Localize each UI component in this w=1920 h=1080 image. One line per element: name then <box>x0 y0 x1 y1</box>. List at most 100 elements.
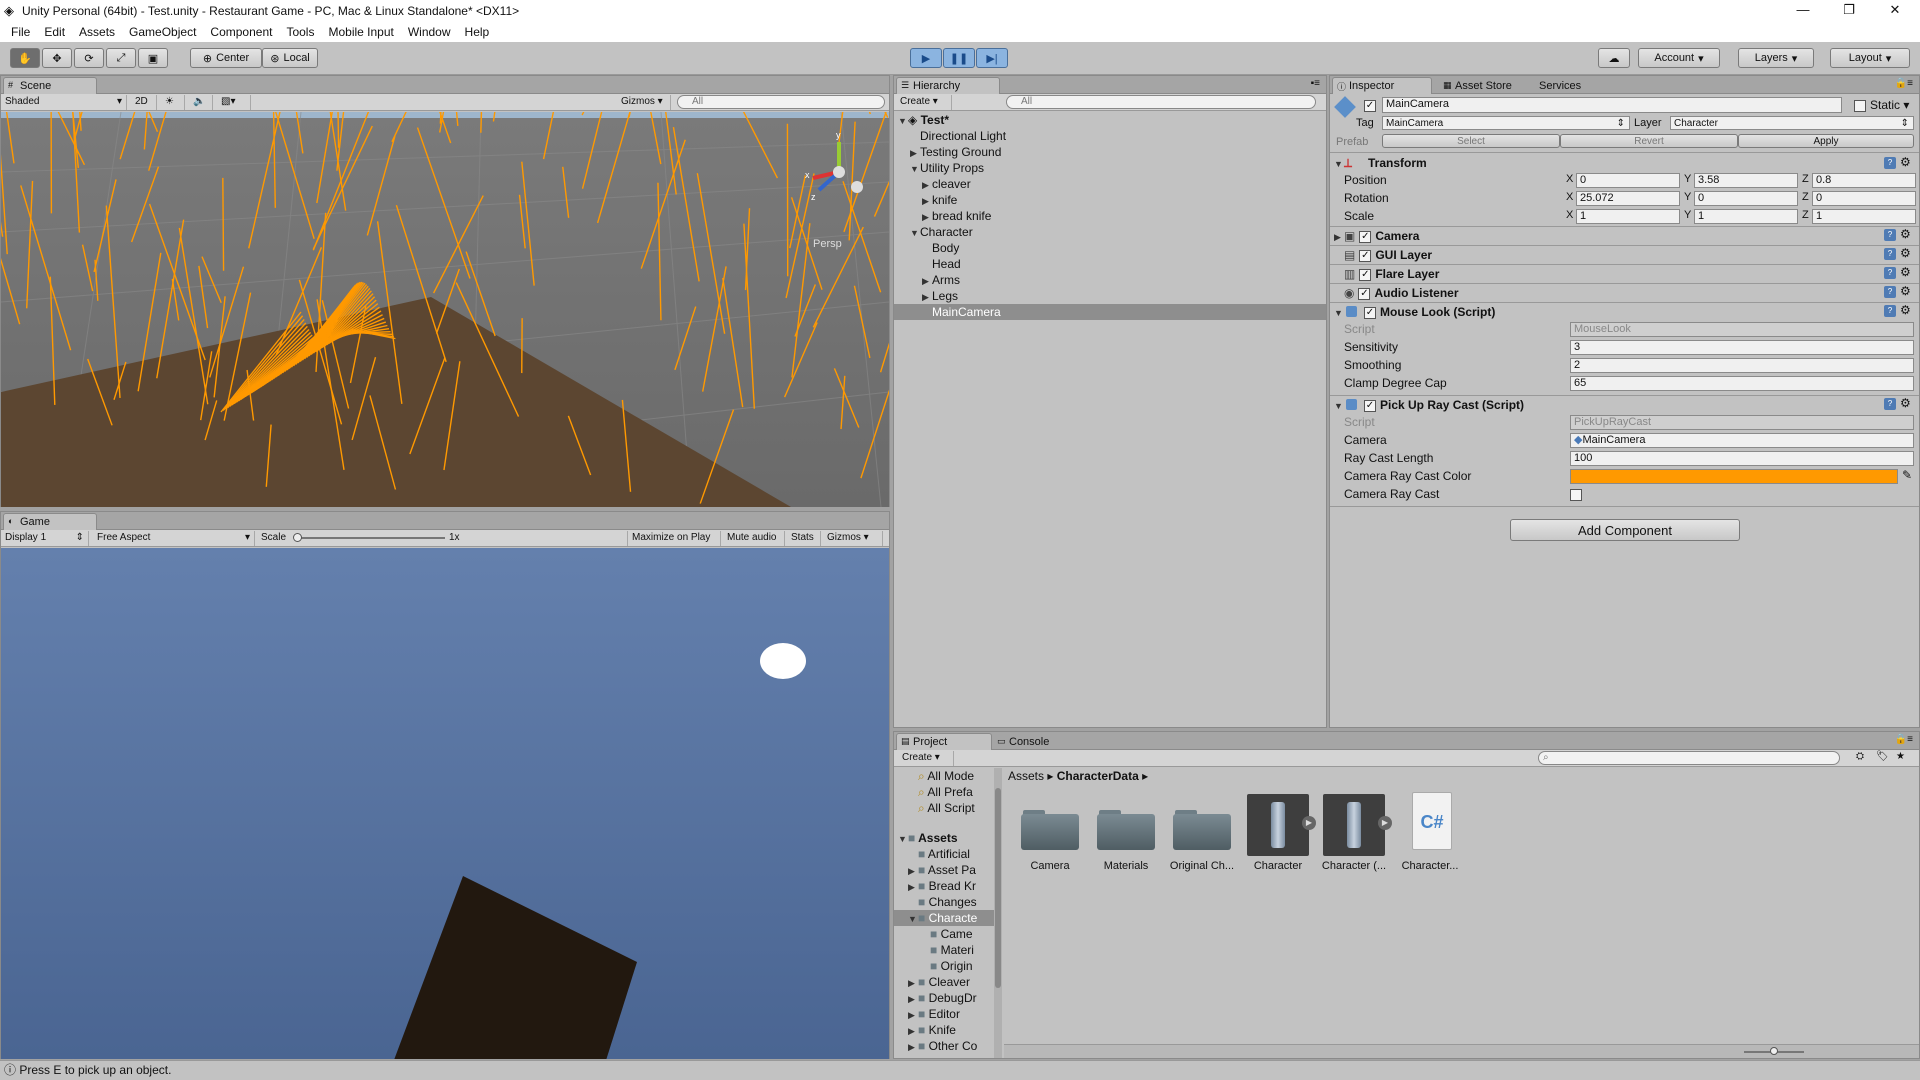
expand-prefab-icon[interactable]: ▶ <box>1302 816 1316 830</box>
scale-slider-thumb[interactable] <box>293 533 302 542</box>
tree-scrollbar[interactable] <box>994 768 1002 1058</box>
minimize-button[interactable]: — <box>1780 0 1826 22</box>
scale-x-field[interactable]: 1 <box>1576 209 1680 224</box>
mouselook-header[interactable]: ▼ ✓ Mouse Look (Script) <box>1330 302 1919 320</box>
game-viewport[interactable] <box>1 548 889 1059</box>
pause-button[interactable]: ❚❚ <box>943 48 975 68</box>
project-folder-row[interactable]: ▶ ■ Asset Pa <box>894 862 994 878</box>
lock-icon[interactable]: 🔒≡ <box>1895 78 1913 89</box>
axis-label[interactable]: Y <box>1684 173 1691 185</box>
tag-dropdown[interactable]: MainCamera ⇕ <box>1382 116 1630 130</box>
scene-gizmos-dropdown[interactable]: Gizmos ▾ <box>617 95 671 110</box>
move-tool-button[interactable]: ✥ <box>42 48 72 68</box>
hierarchy-create-dropdown[interactable]: Create ▾ <box>896 95 952 110</box>
tree-scrollbar-thumb[interactable] <box>995 788 1001 988</box>
expand-arrow-icon[interactable]: ▶ <box>922 289 932 305</box>
component-enabled-checkbox[interactable]: ✓ <box>1355 248 1375 262</box>
axis-label[interactable]: Z <box>1802 209 1809 221</box>
menu-file[interactable]: File <box>11 25 30 39</box>
rotation-x-field[interactable]: 25.072 <box>1576 191 1680 206</box>
collapse-arrow-icon[interactable]: ▶ <box>1334 228 1344 246</box>
project-folder-row[interactable]: ■ Materi <box>894 942 994 958</box>
prefab-select-button[interactable]: Select <box>1382 134 1560 148</box>
scene-viewport[interactable]: y x z Persp <box>1 112 889 507</box>
hierarchy-row[interactable]: ▶ knife <box>894 192 1326 208</box>
help-icon[interactable]: ? <box>1884 267 1896 279</box>
menu-tools[interactable]: Tools <box>286 25 314 39</box>
scale-y-field[interactable]: 1 <box>1694 209 1798 224</box>
smoothing-field[interactable]: 2 <box>1570 358 1914 373</box>
stats-toggle[interactable]: Stats <box>787 531 821 546</box>
position-x-field[interactable]: 0 <box>1576 173 1680 188</box>
play-button[interactable]: ▶ <box>910 48 942 68</box>
tab-services[interactable]: Services <box>1530 77 1600 94</box>
component-header[interactable]: ▤ ✓ GUI Layer <box>1330 245 1919 263</box>
assets-root-row[interactable]: ▼■ Assets <box>894 830 958 846</box>
menu-gameobject[interactable]: GameObject <box>129 25 196 39</box>
clamp-field[interactable]: 65 <box>1570 376 1914 391</box>
eyedropper-icon[interactable]: ✎ <box>1902 468 1912 482</box>
tab-project[interactable]: ▤ Project <box>896 733 992 750</box>
filter-type-icon[interactable]: ⛭ <box>1856 751 1864 762</box>
scene-root-row[interactable]: ▼◈ Test* <box>894 112 1326 128</box>
project-folder-row[interactable]: ▶ ■ Knife <box>894 1022 994 1038</box>
gear-icon[interactable]: ⚙ <box>1900 396 1911 410</box>
hierarchy-row[interactable]: ▶ bread knife <box>894 208 1326 224</box>
expand-arrow-icon[interactable]: ▶ <box>922 193 932 209</box>
pivot-center-button[interactable]: ⊕ Center <box>190 48 262 68</box>
hierarchy-row[interactable]: ▼Character <box>894 224 1326 240</box>
hierarchy-row[interactable]: ▼Utility Props <box>894 160 1326 176</box>
toggle-2d-button[interactable]: 2D <box>131 95 157 110</box>
mouselook-checkbox[interactable]: ✓ <box>1360 305 1380 319</box>
display-dropdown[interactable]: Display 1 ⇕ <box>1 531 89 546</box>
axis-label[interactable]: Y <box>1684 209 1691 221</box>
help-icon[interactable]: ? <box>1884 157 1896 169</box>
expand-arrow-icon[interactable]: ▼ <box>908 911 918 926</box>
add-component-button[interactable]: Add Component <box>1510 519 1740 541</box>
component-enabled-checkbox[interactable]: ✓ <box>1354 286 1374 300</box>
expand-arrow-icon[interactable]: ▼ <box>910 225 920 241</box>
pickup-checkbox[interactable]: ✓ <box>1360 398 1380 412</box>
hierarchy-row[interactable]: Body <box>894 240 1326 256</box>
project-folder-row[interactable]: ■ Came <box>894 926 994 942</box>
expand-arrow-icon[interactable]: ▶ <box>922 209 932 225</box>
axis-label[interactable]: X <box>1566 173 1573 185</box>
maximize-button[interactable]: ❐ <box>1826 0 1872 22</box>
rotation-z-field[interactable]: 0 <box>1812 191 1916 206</box>
position-z-field[interactable]: 0.8 <box>1812 173 1916 188</box>
collapse-arrow-icon[interactable]: ▼ <box>1334 397 1344 415</box>
gear-icon[interactable]: ⚙ <box>1900 303 1911 317</box>
component-enabled-checkbox[interactable]: ✓ <box>1355 267 1375 281</box>
sensitivity-field[interactable]: 3 <box>1570 340 1914 355</box>
prefab-apply-button[interactable]: Apply <box>1738 134 1914 148</box>
menu-component[interactable]: Component <box>210 25 272 39</box>
project-folder-row[interactable]: ■ Origin <box>894 958 994 974</box>
project-search-input[interactable]: ⌕ <box>1538 751 1840 765</box>
icon-size-thumb[interactable] <box>1770 1047 1778 1055</box>
breadcrumb-root[interactable]: Assets <box>1008 769 1044 783</box>
persp-label[interactable]: Persp <box>813 238 842 250</box>
expand-arrow-icon[interactable]: ▶ <box>908 1007 918 1022</box>
lighting-toggle[interactable]: ☀ <box>161 95 185 110</box>
scale-z-field[interactable]: 1 <box>1812 209 1916 224</box>
cloud-button[interactable]: ☁ <box>1598 48 1630 68</box>
expand-arrow-icon[interactable]: ▶ <box>922 177 932 193</box>
expand-arrow-icon[interactable]: ▶ <box>908 1039 918 1054</box>
help-icon[interactable]: ? <box>1884 286 1896 298</box>
menu-mobile-input[interactable]: Mobile Input <box>328 25 393 39</box>
favorite-search-row[interactable]: ⌕ All Script <box>894 800 975 816</box>
tab-inspector[interactable]: ⓘ Inspector <box>1332 77 1432 94</box>
pickup-script-field[interactable]: PickUpRayCast <box>1570 415 1914 430</box>
project-folder-row[interactable]: ▶ ■ Other Co <box>894 1038 994 1054</box>
expand-arrow-icon[interactable]: ▶ <box>922 273 932 289</box>
object-name-field[interactable]: MainCamera <box>1382 97 1842 113</box>
hierarchy-row[interactable]: ▶ Testing Ground <box>894 144 1326 160</box>
rotate-tool-button[interactable]: ⟳ <box>74 48 104 68</box>
scale-tool-button[interactable]: ⤢ <box>106 48 136 68</box>
audio-toggle[interactable]: 🔈 <box>189 95 213 110</box>
position-y-field[interactable]: 3.58 <box>1694 173 1798 188</box>
expand-arrow-icon[interactable]: ▶ <box>908 863 918 878</box>
gear-icon[interactable]: ⚙ <box>1900 227 1911 241</box>
project-folder-row[interactable]: ▶ ■ Editor <box>894 1006 994 1022</box>
favorite-star-icon[interactable]: ★ <box>1896 751 1905 762</box>
